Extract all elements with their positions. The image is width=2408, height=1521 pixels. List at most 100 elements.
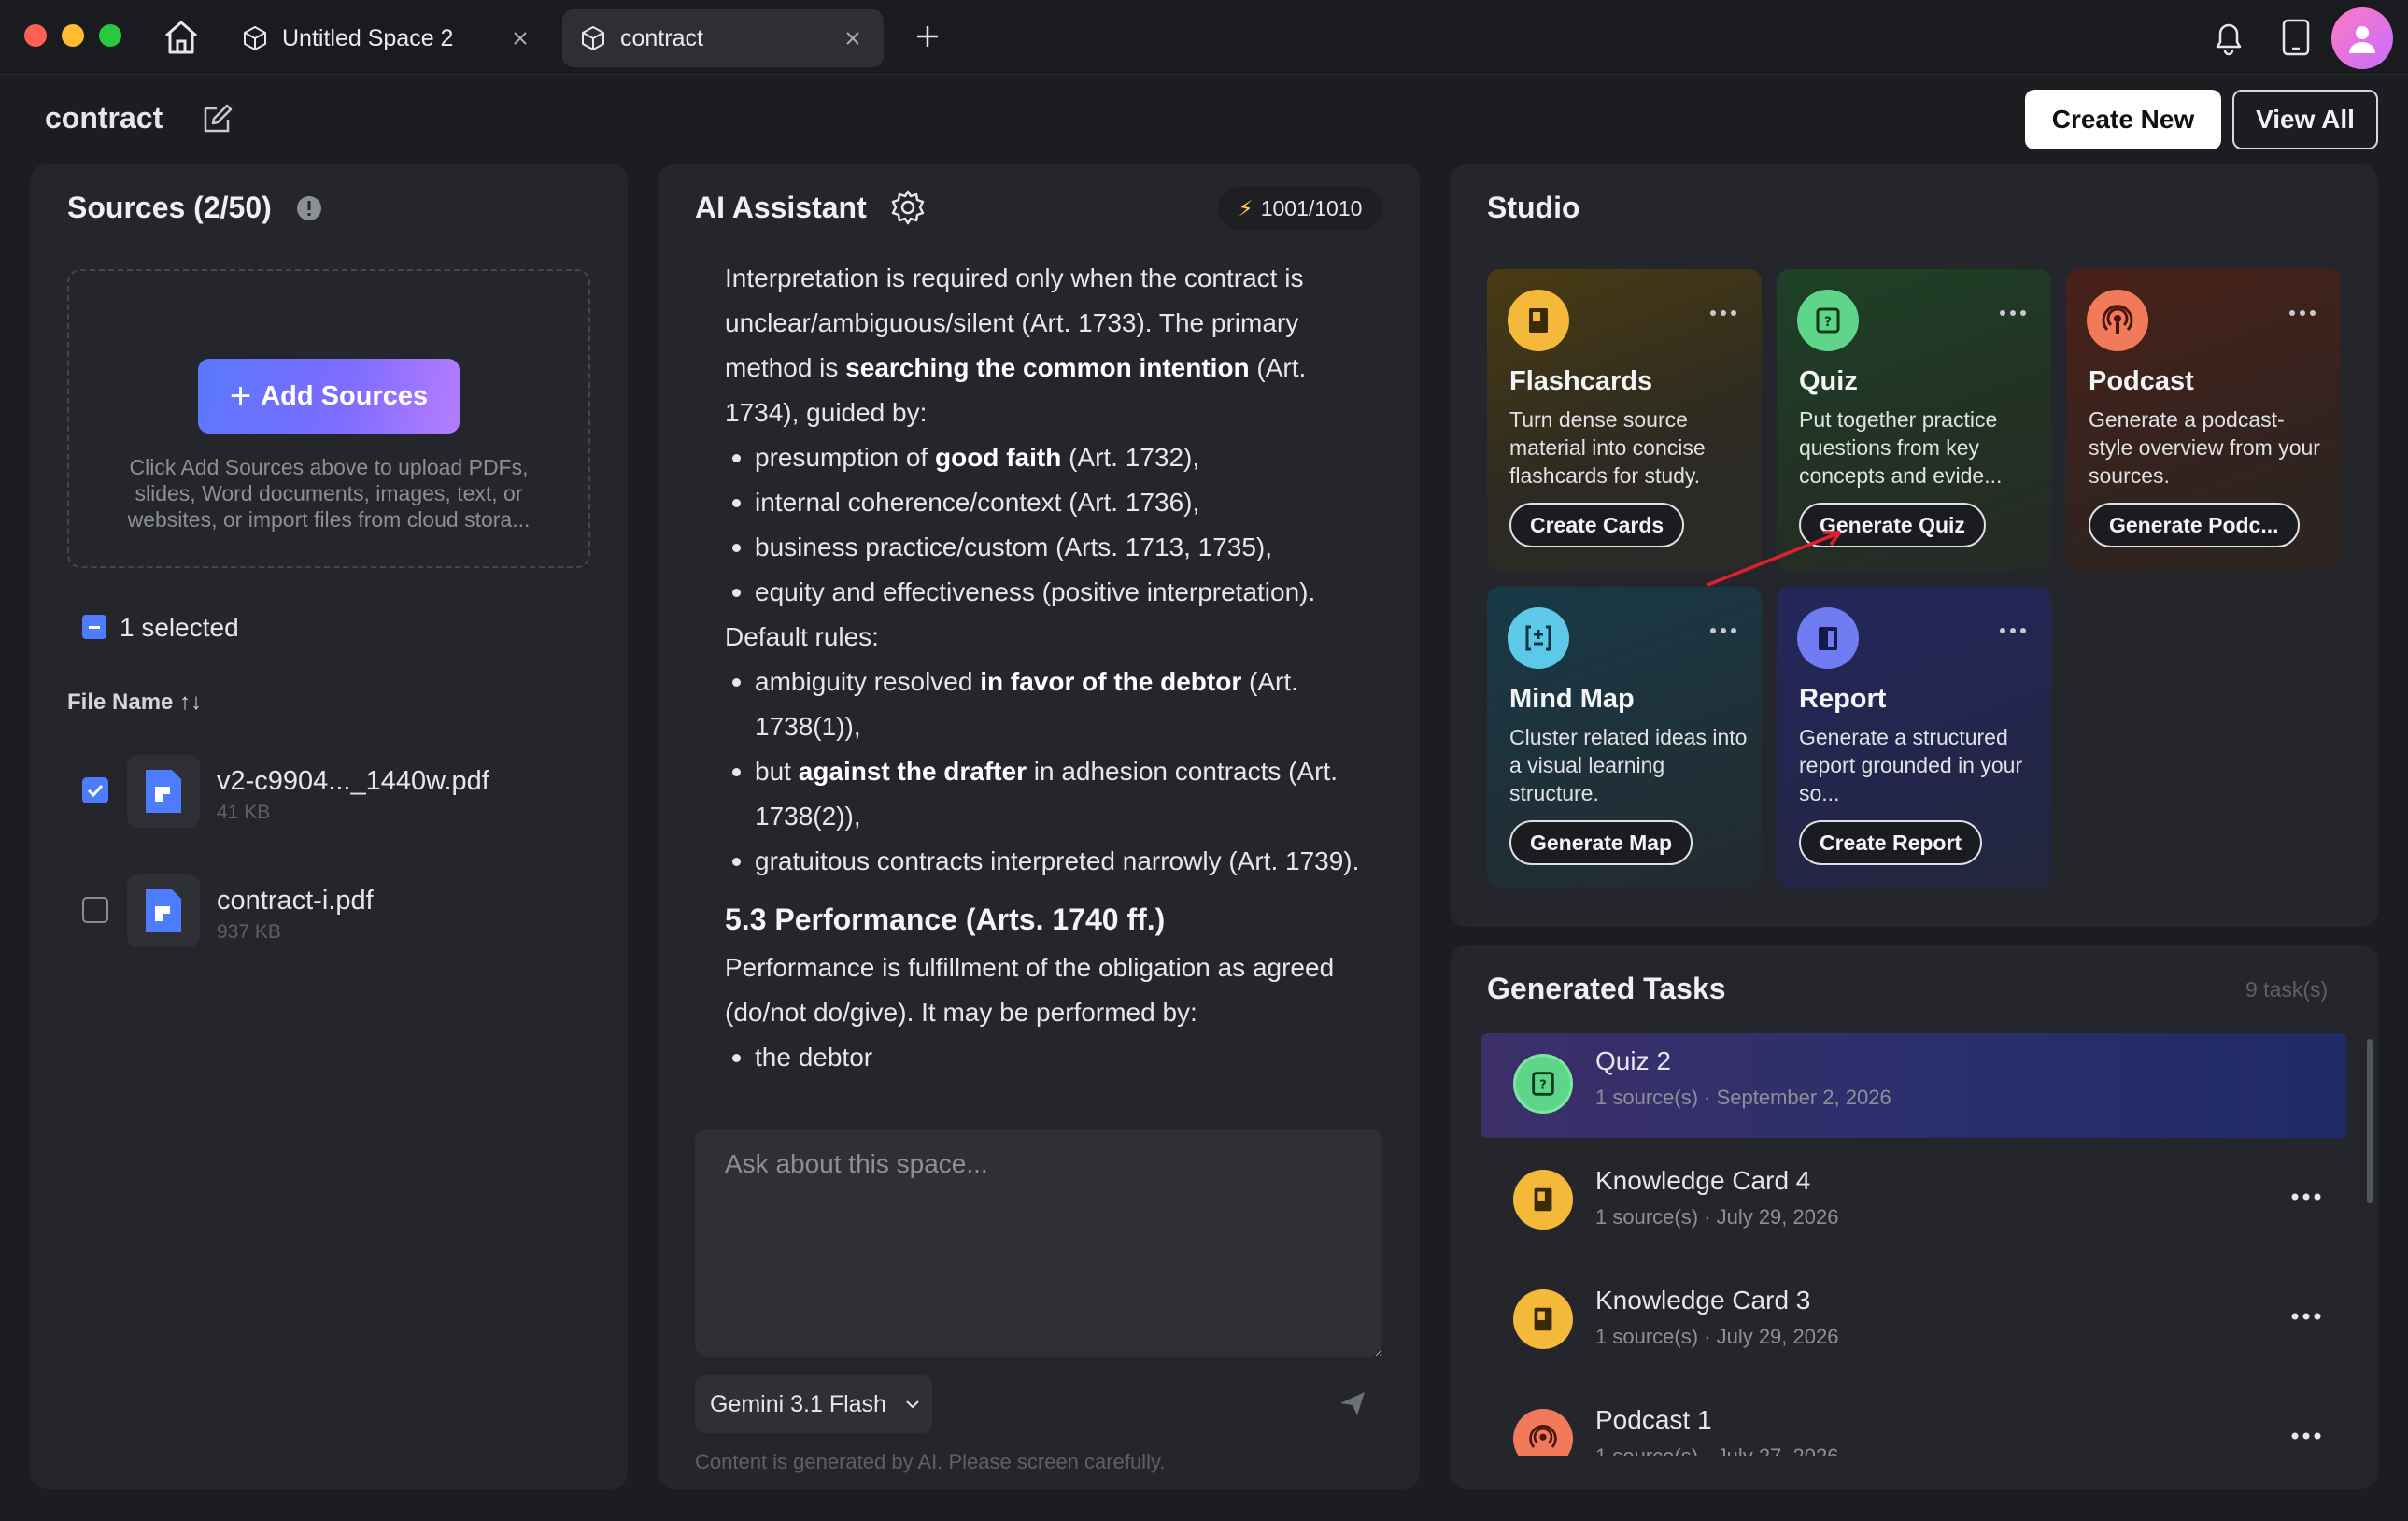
card-description: Turn dense source material into concise … <box>1509 407 1706 488</box>
close-window-button[interactable] <box>24 24 47 47</box>
podcast-icon <box>1513 1409 1573 1456</box>
task-meta: 1 source(s) · July 29, 2026 <box>1595 1205 1839 1229</box>
more-icon[interactable] <box>1709 308 1737 318</box>
bell-icon[interactable] <box>2210 17 2247 58</box>
model-select[interactable]: Gemini 3.1 Flash <box>695 1375 932 1433</box>
task-list-scrollbar[interactable] <box>2367 1039 2373 1203</box>
gear-icon[interactable] <box>889 189 927 226</box>
studio-card-mind-map[interactable]: Mind Map Cluster related ideas into a vi… <box>1487 587 1762 888</box>
response-heading: 5.3 Performance (Arts. 1740 ff.) <box>725 903 1166 936</box>
quiz-icon: ? <box>1513 1054 1573 1114</box>
bolt-icon: ⚡ <box>1238 195 1254 220</box>
tasks-title: Generated Tasks <box>1487 972 1726 1005</box>
file-row[interactable]: v2-c9904..._1440w.pdf 41 KB <box>67 746 590 839</box>
generate-podcast-button[interactable]: Generate Podc... <box>2089 503 2300 547</box>
quiz-icon: ? <box>1797 290 1859 351</box>
more-icon[interactable] <box>2290 1312 2322 1321</box>
card-title: Mind Map <box>1509 684 1635 714</box>
task-name: Knowledge Card 4 <box>1595 1166 1811 1195</box>
page-title: contract <box>45 101 163 135</box>
task-meta: 1 source(s) · September 2, 2026 <box>1595 1086 1891 1109</box>
studio-card-report[interactable]: Report Generate a structured report grou… <box>1777 587 2051 888</box>
tab-contract[interactable]: contract <box>562 9 884 67</box>
tasks-count: 9 task(s) <box>2245 977 2329 1002</box>
task-name: Knowledge Card 3 <box>1595 1286 1811 1315</box>
list-item: the debtor <box>732 1035 1379 1080</box>
zoom-window-button[interactable] <box>99 24 121 47</box>
response-paragraph: Interpretation is required only when the… <box>725 263 1307 427</box>
device-icon[interactable] <box>2279 17 2313 58</box>
select-all-checkbox[interactable] <box>82 615 106 639</box>
card-title: Flashcards <box>1509 366 1653 396</box>
info-icon[interactable] <box>295 194 323 222</box>
report-icon <box>1797 607 1859 669</box>
card-title: Report <box>1799 684 1887 714</box>
task-row[interactable]: Knowledge Card 3 1 source(s) · July 29, … <box>1481 1272 2346 1392</box>
file-row[interactable]: contract-i.pdf 937 KB <box>67 865 590 959</box>
task-row[interactable]: ? Quiz 2 1 source(s) · September 2, 2026 <box>1481 1033 2346 1138</box>
task-row[interactable]: Knowledge Card 4 1 source(s) · July 29, … <box>1481 1153 2346 1272</box>
cube-icon <box>582 26 604 50</box>
new-tab-icon[interactable] <box>914 22 942 50</box>
file-name: contract-i.pdf <box>217 886 374 916</box>
more-icon[interactable] <box>2288 308 2316 318</box>
annotation-arrow <box>1707 531 1842 587</box>
svg-text:?: ? <box>1539 1079 1547 1093</box>
more-icon[interactable] <box>1709 626 1737 635</box>
studio-card-podcast[interactable]: Podcast Generate a podcast-style overvie… <box>2066 269 2341 572</box>
edit-icon[interactable] <box>200 101 235 136</box>
more-icon[interactable] <box>1999 308 2027 318</box>
home-icon[interactable] <box>161 17 202 58</box>
task-row[interactable]: Podcast 1 1 source(s) · July 27, 2026 <box>1481 1392 2346 1456</box>
check-icon <box>87 784 104 798</box>
plus-icon: + <box>229 375 252 417</box>
send-icon[interactable] <box>1338 1388 1367 1418</box>
create-new-button[interactable]: Create New <box>2025 90 2221 149</box>
task-meta: 1 source(s) · July 29, 2026 <box>1595 1325 1839 1348</box>
credits-badge: ⚡ 1001/1010 <box>1218 187 1382 230</box>
studio-title: Studio <box>1487 191 1580 224</box>
card-description: Cluster related ideas into a visual lear… <box>1509 725 1748 805</box>
more-icon[interactable] <box>1999 626 2027 635</box>
file-size: 937 KB <box>217 921 281 943</box>
file-size: 41 KB <box>217 802 271 823</box>
ai-response: Interpretation is required only when the… <box>725 256 1379 1114</box>
add-sources-label: Add Sources <box>261 380 429 411</box>
flashcard-icon <box>1513 1170 1573 1230</box>
task-list: ? Quiz 2 1 source(s) · September 2, 2026… <box>1481 1033 2346 1456</box>
file-checkbox[interactable] <box>82 777 108 803</box>
tab-untitled-space[interactable]: Untitled Space 2 <box>224 9 551 67</box>
mindmap-icon <box>1508 607 1569 669</box>
add-sources-button[interactable]: + Add Sources <box>198 359 460 434</box>
create-report-button[interactable]: Create Report <box>1799 820 1983 865</box>
close-icon[interactable] <box>843 28 863 49</box>
more-icon[interactable] <box>2290 1431 2322 1441</box>
task-meta: 1 source(s) · July 27, 2026 <box>1595 1444 1838 1456</box>
response-list: ambiguity resolved in favor of the debto… <box>725 660 1379 884</box>
svg-text:?: ? <box>1824 315 1832 330</box>
avatar[interactable] <box>2331 7 2393 69</box>
file-checkbox[interactable] <box>82 897 108 923</box>
response-paragraph: Default rules: <box>725 622 879 651</box>
chat-input[interactable] <box>695 1129 1382 1357</box>
card-description: Generate a structured report grounded in… <box>1799 725 2023 805</box>
chevron-down-icon <box>906 1400 919 1409</box>
cube-icon <box>244 26 266 50</box>
podcast-icon <box>2087 290 2148 351</box>
more-icon[interactable] <box>2290 1192 2322 1201</box>
user-icon <box>2349 26 2375 53</box>
tab-label: Untitled Space 2 <box>282 24 454 51</box>
card-description: Put together practice questions from key… <box>1799 407 2003 488</box>
credits-value: 1001/1010 <box>1260 195 1363 220</box>
minimize-window-button[interactable] <box>62 24 84 47</box>
file-name-sort-header[interactable]: File Name ↑↓ <box>67 689 202 716</box>
view-all-button[interactable]: View All <box>2232 90 2378 149</box>
generate-map-button[interactable]: Generate Map <box>1509 820 1693 865</box>
task-name: Quiz 2 <box>1595 1046 1671 1075</box>
create-cards-button[interactable]: Create Cards <box>1509 503 1685 547</box>
selected-count: 1 selected <box>120 613 239 642</box>
response-list: presumption of good faith (Art. 1732), i… <box>725 435 1379 615</box>
title-bar: Untitled Space 2 contract <box>0 0 2408 75</box>
list-item: ambiguity resolved in favor of the debto… <box>732 660 1379 749</box>
close-icon[interactable] <box>510 28 531 49</box>
